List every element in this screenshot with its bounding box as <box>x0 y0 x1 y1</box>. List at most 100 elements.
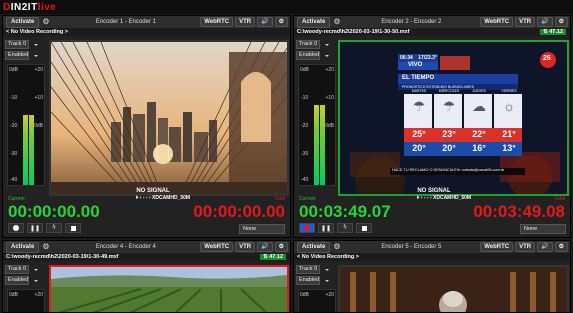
activate-button[interactable]: Activate <box>297 241 331 253</box>
encoder-panel-1: Activate ⚙ Encoder 1 - Encoder 1 WebRTC … <box>2 15 291 238</box>
parliament-speaker-image <box>340 267 567 312</box>
encoder-panel-5: Activate ⚙ Encoder 5 - Encoder 5 WebRTC … <box>293 240 571 313</box>
encoder-toolbar: Activate ⚙ Encoder 1 - Encoder 1 WebRTC … <box>3 16 290 28</box>
cloud-icon: ☁ <box>472 98 486 114</box>
current-timecode: 00:03:49.07 <box>299 202 391 221</box>
activate-button[interactable]: Activate <box>6 241 40 253</box>
stop-button[interactable] <box>356 223 372 233</box>
clock-label: 06:34 17/23.3° <box>400 55 437 61</box>
webrtc-button[interactable]: WebRTC <box>480 17 514 27</box>
recording-path: C:\woody-recmd\h2\2020-03-19\1-30-50.mxf <box>297 29 410 35</box>
speaker-icon[interactable]: 🔊 <box>257 242 273 252</box>
record-button[interactable] <box>8 223 24 233</box>
audio-meter: 0dB +20 -10 +10 -20 0dB -30 -40 <box>298 64 336 186</box>
stop-icon <box>361 225 367 231</box>
vtr-button[interactable]: VTR <box>235 242 256 252</box>
webrtc-button[interactable]: WebRTC <box>200 17 234 27</box>
rain-cloud-icon: ☂ <box>442 98 456 114</box>
track-controls: Track 0 Enabled <box>5 265 45 287</box>
encoder-toolbar: Activate ⚙ Encoder 2 - Encoder 2 WebRTC … <box>294 16 570 28</box>
output-select[interactable]: None <box>520 224 566 234</box>
webrtc-button[interactable]: WebRTC <box>480 242 514 252</box>
recording-status: < No Video Recording > <box>294 253 570 261</box>
total-timecode: 00:00:00.00 <box>193 202 285 221</box>
pause-button[interactable]: ❚❚ <box>27 223 43 233</box>
speaker-icon[interactable]: 🔊 <box>537 17 553 27</box>
track-select[interactable]: Track 0 <box>296 40 329 49</box>
encoder-title: Encoder 5 - Encoder 5 <box>381 244 442 250</box>
video-preview <box>49 40 289 196</box>
rate-badge: ⇅ 47.12 <box>540 29 566 35</box>
settings-gear-icon[interactable]: ⚙ <box>333 243 340 251</box>
track-select[interactable]: Track 0 <box>296 265 329 274</box>
encoder-toolbar: Activate ⚙ Encoder 4 - Encoder 4 WebRTC … <box>3 241 290 253</box>
output-select[interactable]: None <box>239 224 285 234</box>
recording-status: C:\woody-recmd\h2\2020-03-19\1-30-50.mxf… <box>294 28 570 36</box>
track-select[interactable]: Track 0 <box>5 40 38 49</box>
settings-gear-icon[interactable]: ⚙ <box>274 17 288 27</box>
min-temps: 20° 20° 16° 13° <box>412 143 516 153</box>
stop-button[interactable] <box>65 223 81 233</box>
speaker-icon[interactable]: 🔊 <box>537 242 553 252</box>
settings-gear-icon[interactable]: ⚙ <box>42 243 49 251</box>
vtr-button[interactable]: VTR <box>515 17 536 27</box>
pause-icon: ❚❚ <box>29 225 41 232</box>
video-preview <box>338 265 569 312</box>
vtr-button[interactable]: VTR <box>515 242 536 252</box>
meter-bar-right <box>29 115 34 185</box>
activate-button[interactable]: Activate <box>297 16 331 28</box>
encoder-toolbar: Activate ⚙ Encoder 5 - Encoder 5 WebRTC … <box>294 241 570 253</box>
rate-badge: ⇅ 47.12 <box>260 254 286 260</box>
settings-gear-icon[interactable]: ⚙ <box>333 18 340 26</box>
track-controls: Track 0 Enabled <box>296 265 336 287</box>
meter-bar-left <box>23 115 28 185</box>
split-button[interactable]: ⫩ <box>337 223 353 233</box>
weather-header: EL TIEMPO <box>402 75 435 81</box>
news-ticker: HACE TU RECLAMO O DENUNCIA EN: noticias@… <box>392 168 505 172</box>
recording-path: C:\woody-recmd\h2\2020-03-19\1-30-49.mxf <box>6 254 119 260</box>
split-button[interactable]: ⫩ <box>46 223 62 233</box>
pause-button[interactable]: ❚❚ <box>318 223 334 233</box>
split-icon: ⫩ <box>52 224 56 231</box>
weather-icons: ☂ ☂ ☁ ☼ <box>404 98 524 115</box>
enabled-select[interactable]: Enabled <box>296 51 329 60</box>
encoder-title: Encoder 1 - Encoder 1 <box>95 19 156 25</box>
enabled-select[interactable]: Enabled <box>5 51 38 60</box>
encoder-title: Encoder 4 - Encoder 4 <box>95 244 156 250</box>
settings-gear-icon[interactable]: ⚙ <box>42 18 49 26</box>
vtr-button[interactable]: VTR <box>235 17 256 27</box>
app-logo: DIN2ITlive <box>3 1 57 13</box>
no-signal-label: NO SIGNAL <box>417 188 451 194</box>
video-preview <box>49 265 289 312</box>
settings-gear-icon[interactable]: ⚙ <box>554 242 568 252</box>
encoder-title: Encoder 2 - Encoder 2 <box>381 19 442 25</box>
settings-gear-icon[interactable]: ⚙ <box>554 17 568 27</box>
transport-controls: ❚❚ ⫩ <box>8 223 81 233</box>
no-signal-label: NO SIGNAL <box>136 188 170 194</box>
track-select[interactable]: Track 0 <box>5 265 38 274</box>
max-temps: 25° 23° 22° 21° <box>412 129 516 139</box>
record-icon <box>304 225 310 231</box>
vivo-label: VIVO <box>408 62 423 68</box>
encoder-panel-2: Activate ⚙ Encoder 2 - Encoder 2 WebRTC … <box>293 15 571 238</box>
audio-meter: 0dB +20 <box>7 289 45 312</box>
recording-status: < No Video Recording > <box>3 28 290 36</box>
pause-icon: ❚❚ <box>320 225 332 232</box>
enabled-select[interactable]: Enabled <box>296 276 329 285</box>
format-label: ⏵ ‹ - - › XDCAMHD_50M <box>135 195 191 201</box>
meter-bar-left <box>314 105 319 185</box>
total-timecode: 00:03:49.08 <box>473 202 565 221</box>
meter-bar-right <box>320 105 325 185</box>
speaker-icon[interactable]: 🔊 <box>257 17 273 27</box>
format-label: ⏵ ‹ - - › XDCAMHD_50M <box>416 195 472 201</box>
activate-button[interactable]: Activate <box>6 16 40 28</box>
record-button[interactable] <box>299 223 315 233</box>
current-timecode: 00:00:00.00 <box>8 202 100 221</box>
webrtc-button[interactable]: WebRTC <box>200 242 234 252</box>
track-controls: Track 0 Enabled <box>296 40 336 62</box>
enabled-select[interactable]: Enabled <box>5 276 38 285</box>
stop-icon <box>70 225 76 231</box>
channel-logo: 26 <box>543 55 551 62</box>
track-controls: Track 0 Enabled <box>5 40 45 62</box>
settings-gear-icon[interactable]: ⚙ <box>274 242 288 252</box>
